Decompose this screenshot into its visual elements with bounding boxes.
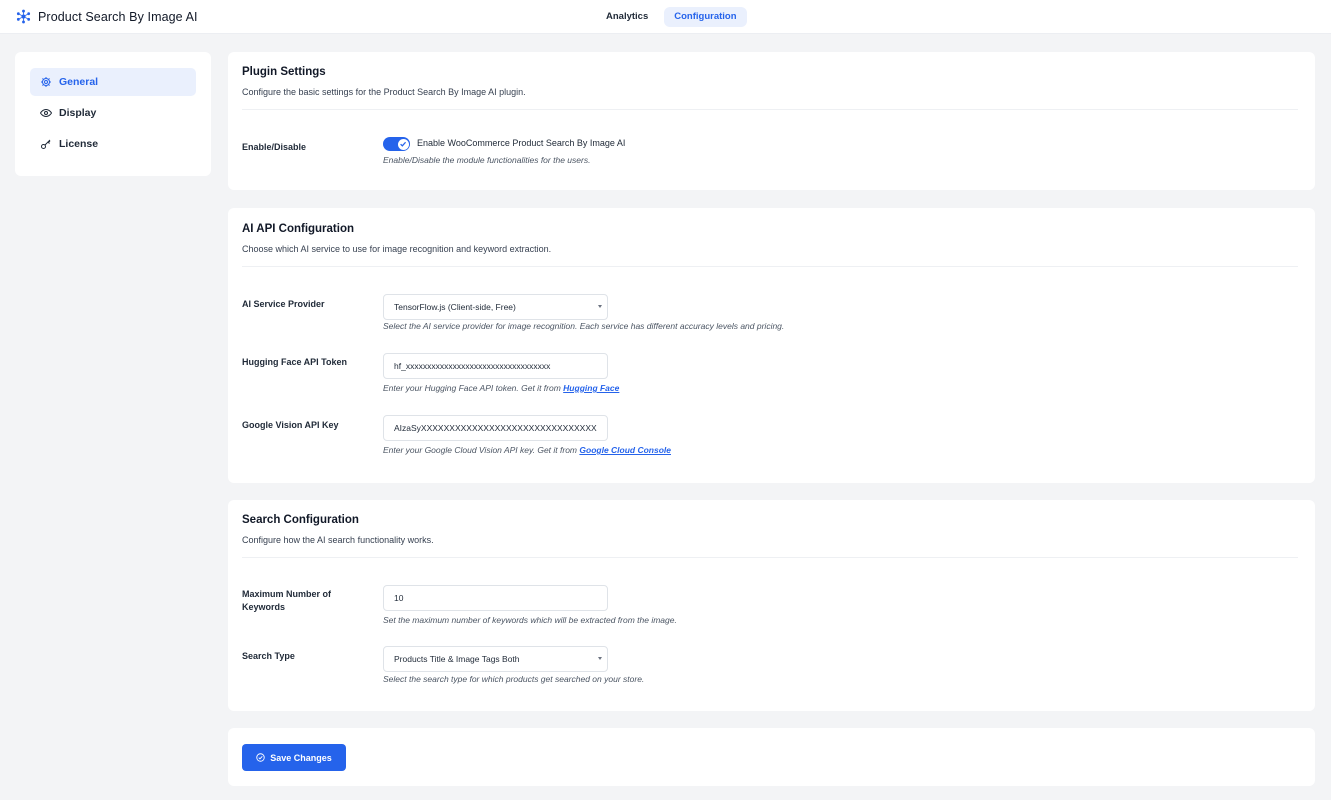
search-type-hint: Select the search type for which product…: [383, 674, 645, 684]
hf-token-label: Hugging Face API Token: [242, 357, 348, 367]
enable-toggle[interactable]: [383, 137, 410, 151]
hf-token-hint: Enter your Hugging Face API token. Get i…: [383, 383, 619, 393]
divider: [242, 266, 1298, 267]
max-keywords-hint: Set the maximum number of keywords which…: [383, 615, 677, 625]
hf-token-input[interactable]: hf_xxxxxxxxxxxxxxxxxxxxxxxxxxxxxxxxxx: [383, 353, 608, 379]
ai-api-card: AI API Configuration Choose which AI ser…: [228, 208, 1315, 483]
sidebar-item-label: General: [59, 76, 99, 88]
provider-select[interactable]: TensorFlow.js (Client-side, Free): [383, 294, 608, 320]
eye-icon: [40, 108, 52, 118]
sidebar-item-display[interactable]: Display: [30, 99, 196, 127]
hint-text: Enter your Google Cloud Vision API key. …: [383, 445, 578, 455]
card-description: Choose which AI service to use for image…: [242, 244, 552, 254]
logo-icon: [16, 9, 31, 24]
chevron-down-icon: [598, 657, 602, 660]
max-keywords-label: Maximum Number of Keywords: [242, 589, 332, 612]
provider-select-value: TensorFlow.js (Client-side, Free): [394, 302, 516, 312]
search-type-select[interactable]: Products Title & Image Tags Both: [383, 646, 608, 672]
search-type-value: Products Title & Image Tags Both: [394, 654, 520, 664]
save-button-label: Save Changes: [270, 752, 332, 763]
top-tabs: Analytics Configuration: [596, 7, 747, 27]
sidebar-item-general[interactable]: General: [30, 68, 196, 96]
sidebar-item-label: License: [59, 138, 99, 150]
brand: Product Search By Image AI: [16, 9, 198, 24]
save-button[interactable]: Save Changes: [242, 744, 346, 771]
hint-text: Enter your Hugging Face API token. Get i…: [383, 383, 561, 393]
plugin-settings-card: Plugin Settings Configure the basic sett…: [228, 52, 1315, 190]
search-type-label: Search Type: [242, 651, 295, 661]
google-vision-hint: Enter your Google Cloud Vision API key. …: [383, 445, 671, 455]
tab-analytics[interactable]: Analytics: [596, 7, 658, 27]
google-cloud-console-link[interactable]: Google Cloud Console: [579, 445, 671, 455]
max-keywords-input[interactable]: 10: [383, 585, 608, 611]
gear-icon: [41, 77, 51, 87]
google-vision-label: Google Vision API Key: [242, 420, 339, 430]
actions-card: Save Changes: [228, 728, 1315, 786]
sidebar-item-license[interactable]: License: [30, 130, 196, 158]
sidebar: General Display License: [15, 52, 211, 176]
card-title: AI API Configuration: [242, 223, 355, 235]
top-bar: Product Search By Image AI Analytics Con…: [0, 0, 1331, 34]
provider-label: AI Service Provider: [242, 299, 325, 309]
card-title: Search Configuration: [242, 514, 359, 526]
chevron-down-icon: [598, 305, 602, 308]
key-icon: [41, 139, 51, 149]
app-title: Product Search By Image AI: [38, 9, 198, 24]
hugging-face-link[interactable]: Hugging Face: [563, 383, 619, 393]
divider: [242, 557, 1298, 558]
sidebar-item-label: Display: [59, 107, 97, 119]
enable-disable-label: Enable/Disable: [242, 142, 307, 152]
toggle-label: Enable WooCommerce Product Search By Ima…: [417, 138, 626, 148]
google-vision-input[interactable]: AIzaSyXXXXXXXXXXXXXXXXXXXXXXXXXXXXXXX: [383, 415, 608, 441]
toggle-knob: [397, 138, 409, 150]
search-config-card: Search Configuration Configure how the A…: [228, 500, 1315, 711]
card-description: Configure how the AI search functionalit…: [242, 535, 434, 545]
card-title: Plugin Settings: [242, 66, 326, 78]
provider-hint: Select the AI service provider for image…: [383, 321, 785, 331]
card-description: Configure the basic settings for the Pro…: [242, 87, 526, 97]
divider: [242, 109, 1298, 110]
toggle-hint: Enable/Disable the module functionalitie…: [383, 155, 591, 165]
check-circle-icon: [256, 753, 265, 762]
tab-configuration[interactable]: Configuration: [664, 7, 747, 27]
check-icon: [400, 141, 407, 147]
